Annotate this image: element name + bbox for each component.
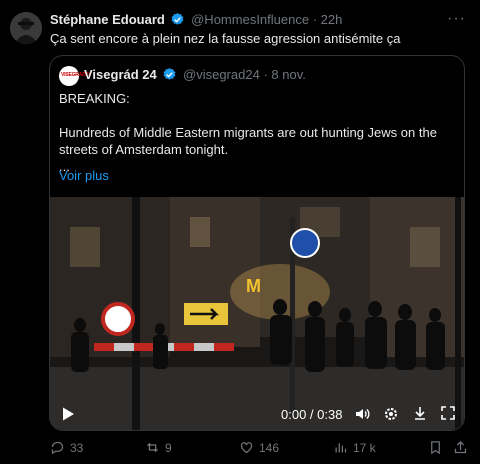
tweet-header: Stéphane Edouard @HommesInfluence · 22h: [50, 12, 464, 30]
quoted-text-line: BREAKING:: [59, 91, 130, 106]
author-handle[interactable]: @HommesInfluence: [191, 12, 309, 27]
video-time: 0:00 / 0:38: [281, 407, 343, 422]
share-icon: [454, 440, 467, 454]
play-icon[interactable]: [60, 406, 76, 425]
quoted-author-avatar: VISEGRAD24: [59, 66, 91, 86]
repost-count: 9: [165, 440, 172, 455]
quoted-tweet-header: Visegrád 24 @visegrad24 · 8 nov.: [84, 67, 306, 85]
volume-icon[interactable]: [354, 406, 370, 425]
video-controls: 0:00 / 0:38: [50, 396, 464, 430]
views-count: 17 k: [353, 440, 376, 455]
reply-icon: [51, 441, 64, 455]
separator-dot: ·: [312, 12, 318, 27]
separator-dot: ·: [263, 67, 268, 82]
reply-count: 33: [70, 440, 84, 455]
repost-button[interactable]: 9: [145, 440, 172, 455]
settings-gear-icon[interactable]: [383, 406, 399, 425]
like-count: 146: [259, 440, 280, 455]
heart-icon: [240, 442, 253, 454]
quoted-tweet-date: 8 nov.: [271, 67, 306, 82]
quoted-author-handle: @visegrad24: [183, 67, 260, 82]
more-options-icon[interactable]: ···: [447, 10, 466, 28]
verified-badge-icon: [162, 67, 177, 85]
share-button[interactable]: [453, 440, 473, 455]
video-player[interactable]: M 0:00 / 0:38: [50, 197, 464, 430]
author-name[interactable]: Stéphane Edouard: [50, 12, 165, 27]
like-button[interactable]: 146: [239, 440, 279, 455]
repost-icon: [147, 442, 158, 453]
tweet-text: Ça sent encore à plein nez la fausse agr…: [50, 31, 401, 46]
quoted-author-name: Visegrád 24: [84, 67, 157, 82]
views-button[interactable]: 17 k: [333, 440, 376, 455]
tweet-actions: 33 9 146 17 k: [50, 440, 467, 460]
svg-text:M: M: [246, 276, 261, 296]
bookmark-icon: [431, 441, 440, 455]
tweet-time[interactable]: 22h: [321, 12, 343, 27]
tweet: Stéphane Edouard @HommesInfluence · 22h …: [0, 0, 480, 464]
quoted-text-line: ...: [59, 159, 70, 174]
quoted-text-line: Hundreds of Middle Eastern migrants are …: [59, 125, 437, 140]
verified-badge-icon: [170, 12, 185, 30]
quoted-tweet-text: BREAKING: Hundreds of Middle Eastern mig…: [59, 90, 454, 175]
quoted-tweet[interactable]: VISEGRAD24 Visegrád 24 @visegrad24 · 8 n…: [49, 55, 465, 431]
reply-button[interactable]: 33: [50, 440, 83, 455]
see-more-link[interactable]: Voir plus: [59, 168, 109, 183]
quoted-text-line: streets of Amsterdam tonight.: [59, 142, 229, 157]
bookmark-button[interactable]: [428, 440, 448, 455]
views-chart-icon: [335, 443, 347, 453]
download-icon[interactable]: [412, 405, 428, 424]
fullscreen-icon[interactable]: [440, 405, 456, 424]
author-avatar[interactable]: [10, 12, 42, 44]
